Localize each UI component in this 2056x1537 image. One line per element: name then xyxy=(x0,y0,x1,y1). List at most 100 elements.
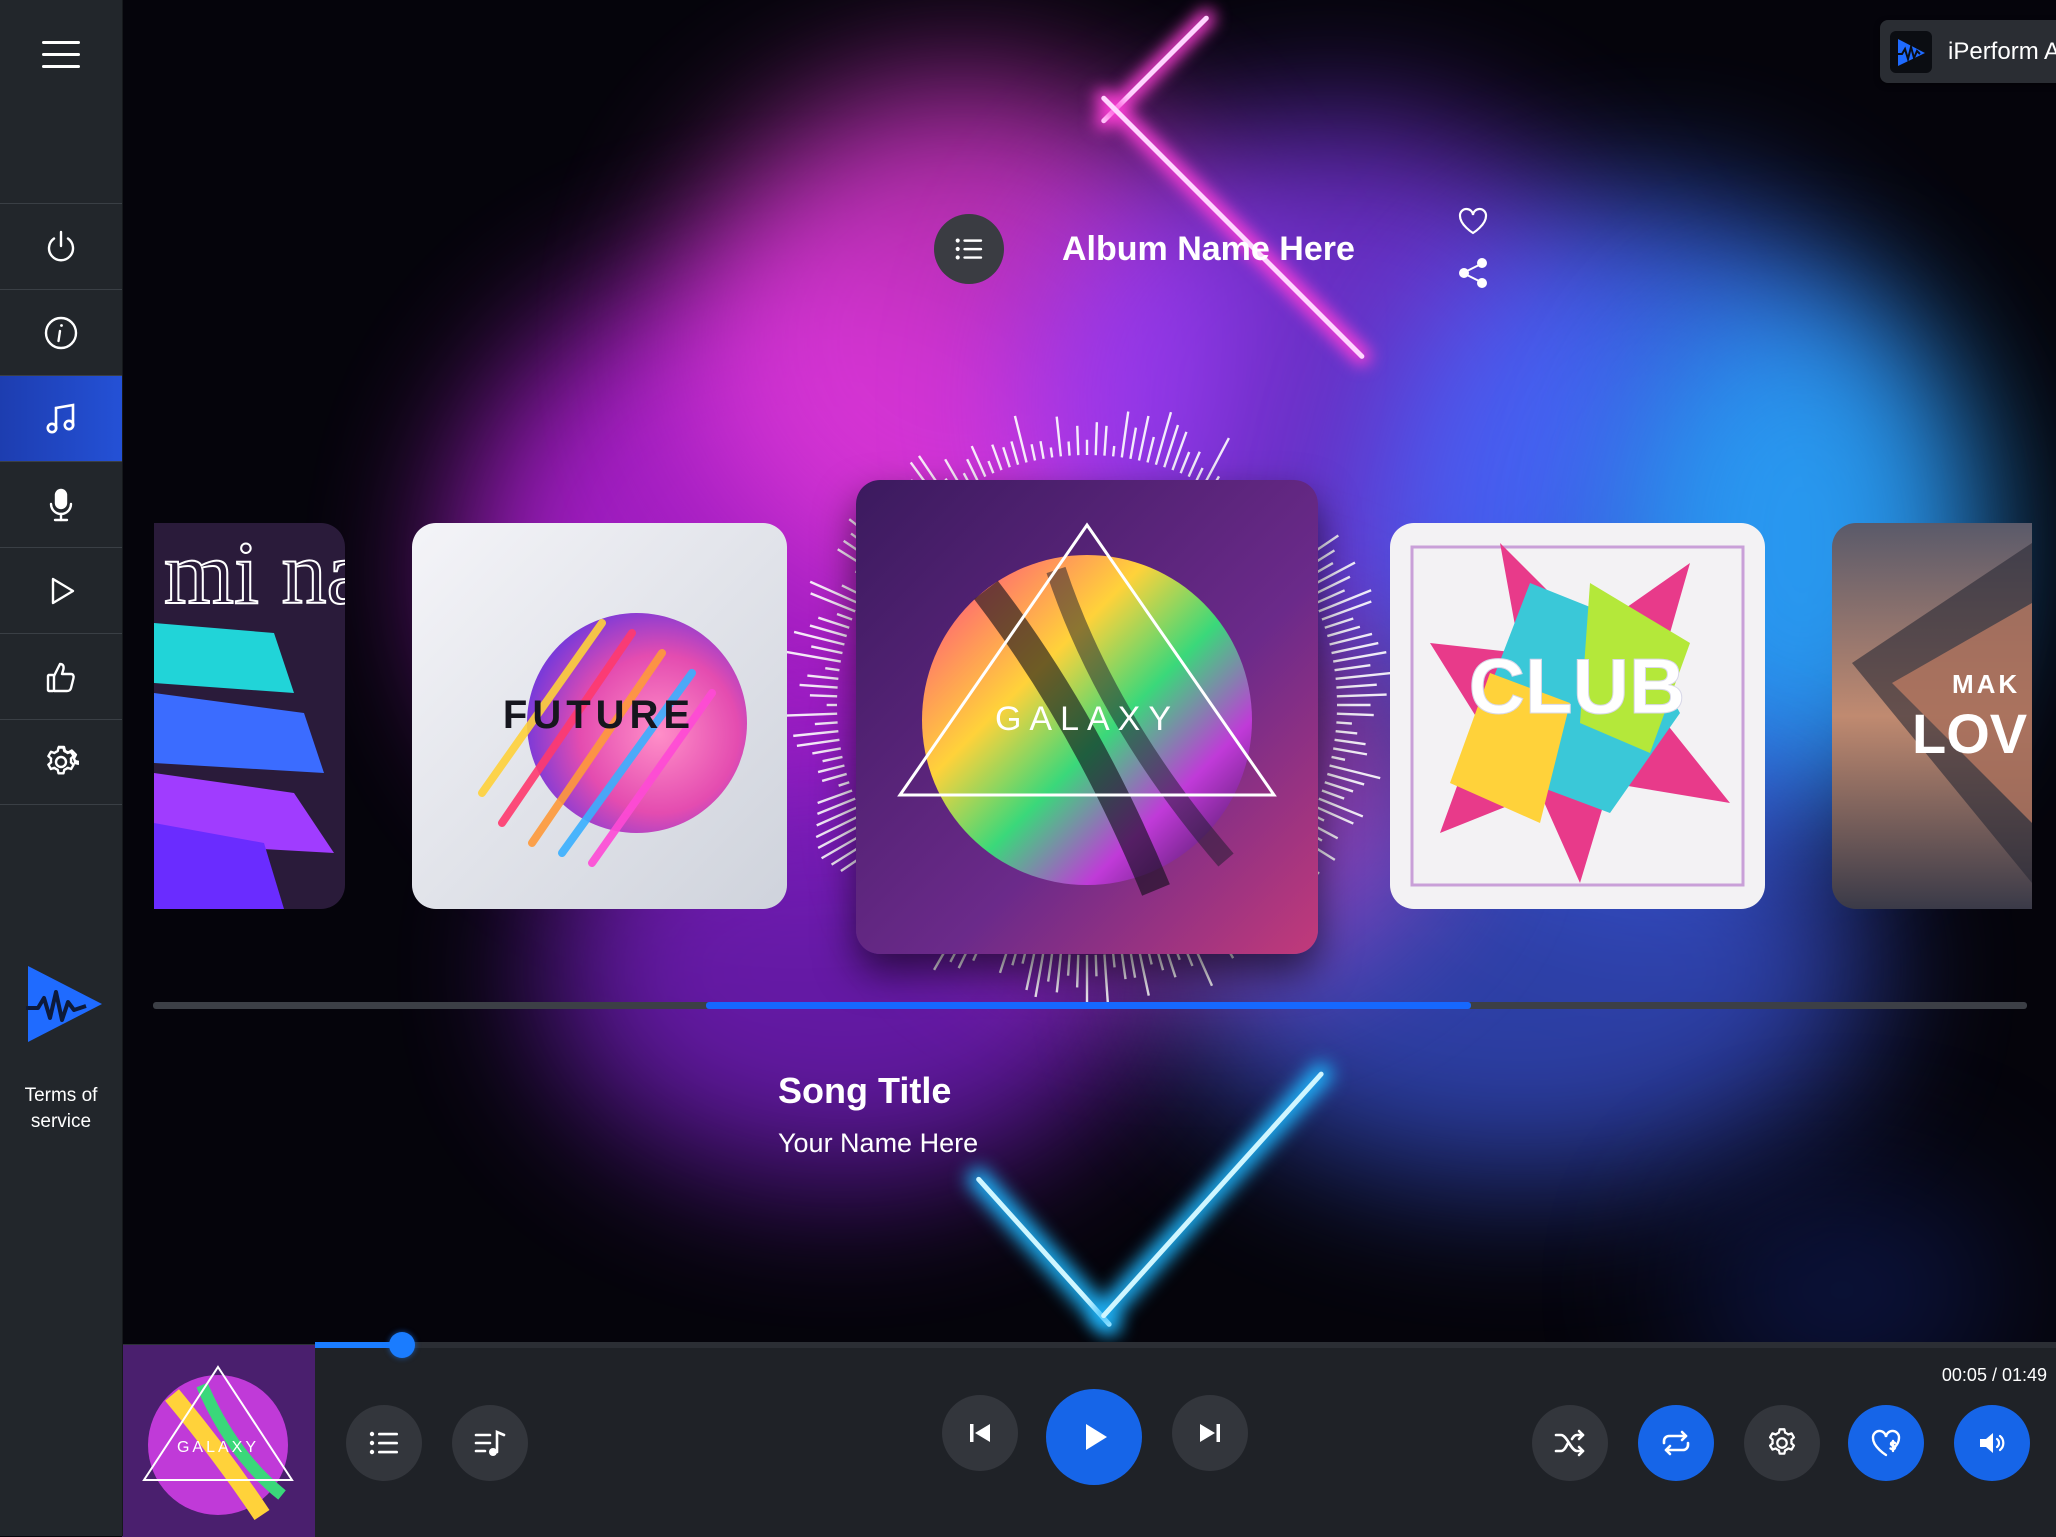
spectrum-bar xyxy=(1049,447,1054,458)
album-carousel-scrollbar[interactable] xyxy=(153,1002,2027,1009)
spectrum-bar xyxy=(1332,651,1387,663)
iperform-logo-icon xyxy=(26,966,102,1042)
spectrum-bar xyxy=(1336,721,1352,725)
skip-previous-icon xyxy=(970,1424,990,1442)
sidebar-item-like[interactable] xyxy=(0,633,122,719)
spectrum-bar xyxy=(1103,425,1108,456)
playlist-button[interactable] xyxy=(346,1405,422,1481)
heart-outline-icon[interactable] xyxy=(1456,204,1490,238)
list-icon xyxy=(955,238,983,260)
spectrum-bar xyxy=(1324,781,1354,793)
spectrum-bar xyxy=(1111,953,1116,968)
volume-icon xyxy=(1980,1433,2005,1453)
spectrum-bar xyxy=(816,805,860,827)
spectrum-bar xyxy=(1326,772,1365,786)
spectrum-bar xyxy=(809,580,860,605)
spectrum-bar xyxy=(812,747,842,755)
play-icon xyxy=(1086,1424,1107,1450)
spectrum-bar xyxy=(811,645,843,655)
sidebar-item-microphone[interactable] xyxy=(0,461,122,547)
album-art-love: MAK LOV xyxy=(1832,523,2032,909)
album-carousel-scroll-thumb[interactable] xyxy=(706,1002,1471,1009)
spectrum-bar xyxy=(1137,949,1150,996)
album-card-galaxy[interactable]: GALAXY xyxy=(856,480,1318,954)
spectrum-bar xyxy=(1336,683,1377,689)
repeat-button[interactable] xyxy=(1638,1405,1714,1481)
song-artist: Your Name Here xyxy=(778,1128,979,1158)
previous-button[interactable] xyxy=(942,1395,1018,1471)
volume-button[interactable] xyxy=(1954,1405,2030,1481)
terms-line-1: Terms of xyxy=(24,1085,98,1106)
spectrum-bar xyxy=(1103,954,1110,1009)
spectrum-bar xyxy=(1332,747,1368,756)
spectrum-bar xyxy=(1331,641,1379,655)
microphone-icon xyxy=(49,488,73,521)
now-playing-artwork[interactable]: GALAXY xyxy=(122,1345,315,1537)
share-icon[interactable] xyxy=(1456,256,1490,290)
sidebar: Terms of service xyxy=(0,0,123,1536)
spectrum-bar xyxy=(1334,738,1366,746)
sidebar-item-play[interactable] xyxy=(0,547,122,633)
spectrum-bar xyxy=(1129,427,1138,460)
spectrum-bar xyxy=(1010,441,1020,466)
spectrum-bar xyxy=(1335,729,1358,735)
spectrum-bar xyxy=(1094,422,1099,456)
album-card-club[interactable]: CLUB xyxy=(1390,523,1765,909)
list-icon xyxy=(369,1431,398,1455)
album-art-minimal: mi nal xyxy=(154,523,345,909)
next-button[interactable] xyxy=(1172,1395,1248,1471)
album-card-future[interactable]: FUTURE xyxy=(412,523,787,909)
sidebar-nav xyxy=(0,203,122,805)
seek-bar[interactable] xyxy=(315,1332,2056,1358)
app-switcher-dropdown[interactable]: iPerform App xyxy=(1880,20,2056,83)
spectrum-bar xyxy=(1034,950,1045,998)
time-readout: 00:05 / 01:49 xyxy=(1941,1365,2047,1385)
spectrum-bar xyxy=(1076,425,1080,456)
sidebar-item-info[interactable] xyxy=(0,289,122,375)
gear-icon xyxy=(1768,1428,1796,1455)
terms-of-service-link[interactable]: Terms of service xyxy=(0,1083,122,1135)
spectrum-bar xyxy=(1066,954,1071,976)
player-settings-button[interactable] xyxy=(1744,1405,1820,1481)
spectrum-bar xyxy=(1046,952,1054,982)
spectrum-bar xyxy=(793,729,839,738)
spectrum-bar xyxy=(822,755,843,763)
tip-button[interactable] xyxy=(1848,1405,1924,1481)
spectrum-bar xyxy=(1321,600,1372,621)
sidebar-item-power[interactable] xyxy=(0,203,122,289)
album-title: Album Name Here xyxy=(1062,230,1355,268)
play-button[interactable] xyxy=(1046,1389,1142,1485)
menu-button[interactable] xyxy=(0,0,122,110)
shuffle-button[interactable] xyxy=(1532,1405,1608,1481)
album-card-partial-right[interactable]: MAK LOV xyxy=(1832,523,2032,909)
power-icon xyxy=(47,230,75,261)
sidebar-item-music[interactable] xyxy=(0,375,122,461)
album-card-partial-left[interactable]: mi nal xyxy=(154,523,345,909)
spectrum-bar xyxy=(1120,952,1127,980)
album-art-future: FUTURE xyxy=(412,523,787,909)
spectrum-bar xyxy=(1067,441,1071,456)
sidebar-item-settings[interactable] xyxy=(0,719,122,805)
song-title: Song Title xyxy=(778,1070,952,1111)
terms-line-2: service xyxy=(30,1111,92,1132)
spectrum-bar xyxy=(1318,589,1372,613)
seek-bar-handle[interactable] xyxy=(389,1332,416,1358)
card-text-line-1: MAK xyxy=(1952,669,2020,699)
play-outline-icon xyxy=(51,577,75,604)
spectrum-bar xyxy=(1111,445,1116,457)
spectrum-bar xyxy=(817,764,845,774)
spectrum-bar xyxy=(1336,712,1374,717)
spectrum-bar xyxy=(810,592,856,613)
spectrum-bar xyxy=(1324,617,1354,629)
spectrum-bar xyxy=(814,721,838,726)
album-tracklist-button[interactable] xyxy=(934,214,1004,284)
spectrum-bar xyxy=(1321,789,1345,800)
music-note-icon xyxy=(46,402,75,433)
spectrum-bar xyxy=(783,650,842,663)
heart-dollar-icon xyxy=(1871,1429,1901,1457)
spectrum-bar xyxy=(1318,797,1364,818)
spectrum-bar xyxy=(825,667,840,672)
queue-button[interactable] xyxy=(452,1405,528,1481)
spectrum-bar xyxy=(799,683,838,689)
spectrum-bar xyxy=(1187,451,1201,478)
